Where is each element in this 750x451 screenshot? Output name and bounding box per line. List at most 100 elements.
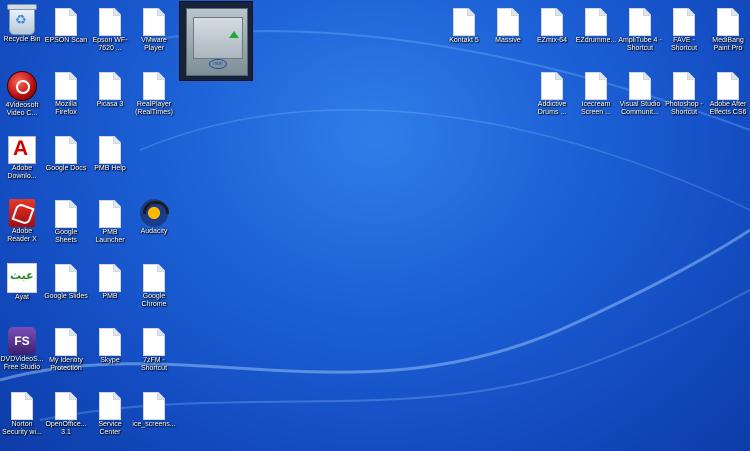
icon-label: EPSON Scan bbox=[44, 37, 88, 44]
desktop-icon-pmb[interactable]: PMB bbox=[88, 261, 132, 301]
desktop-icon-google-docs[interactable]: Google Docs bbox=[44, 133, 88, 173]
desktop-icon-4videosoft[interactable]: 4Videosoft Video C... bbox=[0, 69, 44, 118]
document-icon bbox=[99, 136, 121, 164]
desktop-icon-google-chrome[interactable]: Google Chrome bbox=[132, 261, 176, 309]
icon-label: FAVE - Shortcut bbox=[670, 37, 698, 52]
desktop-icon-fave[interactable]: FAVE - Shortcut bbox=[662, 5, 706, 53]
desktop-icon-my-identity-protection[interactable]: My Identity Protection bbox=[44, 325, 88, 373]
document-icon bbox=[99, 72, 121, 100]
document-icon bbox=[99, 392, 121, 420]
desktop-icon-addictive-drums[interactable]: Addictive Drums ... bbox=[530, 69, 574, 117]
icon-label: 7zFM - Shortcut bbox=[140, 357, 168, 372]
icon-label: EZdrumme... bbox=[575, 37, 617, 44]
desktop-icon-epson-wf7620[interactable]: Epson WF-7620 ... bbox=[88, 5, 132, 53]
document-icon bbox=[55, 136, 77, 164]
desktop-icon-dvdvideosoft[interactable]: FS DVDVideoS... Free Studio bbox=[0, 325, 44, 372]
icon-label: Photoshop - Shortcut bbox=[665, 101, 703, 116]
desktop-icon-ice-screenshot[interactable]: ice_screens... bbox=[132, 389, 176, 429]
desktop-icon-vmware-player[interactable]: VMware Player bbox=[132, 5, 176, 53]
desktop-icon-recycle-bin[interactable]: Recycle Bin bbox=[0, 4, 44, 44]
adobe-icon: A bbox=[8, 136, 36, 164]
icon-label: Adobe Reader X bbox=[7, 228, 37, 243]
desktop-icon-google-sheets[interactable]: Google Sheets bbox=[44, 197, 88, 245]
icon-label: MediBang Paint Pro bbox=[712, 37, 744, 52]
desktop-icon-openoffice[interactable]: OpenOffice... 3.1 bbox=[44, 389, 88, 437]
document-icon bbox=[55, 72, 77, 100]
icon-label: PMB Help bbox=[94, 165, 126, 172]
icon-label: Recycle Bin bbox=[3, 36, 41, 43]
intel-logo-icon: intel bbox=[209, 59, 227, 69]
icon-label: Addictive Drums ... bbox=[537, 101, 567, 116]
free-studio-icon: FS bbox=[8, 327, 36, 355]
cpu-indicator-icon bbox=[229, 31, 239, 38]
desktop-icon-google-slides[interactable]: Google Slides bbox=[44, 261, 88, 301]
desktop-icon-audacity[interactable]: Audacity bbox=[132, 197, 176, 236]
desktop-background: Recycle Bin EPSON Scan Epson WF-7620 ...… bbox=[0, 0, 750, 451]
icon-label: Ayat bbox=[15, 294, 29, 301]
document-icon bbox=[541, 8, 563, 36]
document-icon bbox=[143, 72, 165, 100]
desktop-icon-skype[interactable]: Skype bbox=[88, 325, 132, 365]
icon-label: Kontakt 5 bbox=[449, 37, 479, 44]
desktop-icon-after-effects[interactable]: Adobe After Effects CS6 bbox=[706, 69, 750, 117]
desktop-icon-pmb-launcher[interactable]: PMB Launcher bbox=[88, 197, 132, 245]
icon-label: Adobe After Effects CS6 bbox=[709, 101, 747, 116]
icon-label: DVDVideoS... Free Studio bbox=[0, 356, 44, 371]
document-icon bbox=[673, 72, 695, 100]
icon-label: Google Chrome bbox=[141, 293, 167, 308]
icon-label: 4Videosoft Video C... bbox=[5, 102, 39, 117]
document-icon bbox=[143, 392, 165, 420]
icon-label: Google Docs bbox=[45, 165, 87, 172]
desktop-icon-pmb-help[interactable]: PMB Help bbox=[88, 133, 132, 173]
desktop-icon-realplayer[interactable]: RealPlayer (RealTimes) bbox=[132, 69, 176, 117]
desktop-icon-norton-security[interactable]: Norton Security wi... bbox=[0, 389, 44, 437]
desktop-icon-photoshop[interactable]: Photoshop - Shortcut bbox=[662, 69, 706, 117]
desktop-icon-massive[interactable]: Massive bbox=[486, 5, 530, 45]
icon-label: Audacity bbox=[140, 228, 168, 235]
document-icon bbox=[55, 8, 77, 36]
document-icon bbox=[99, 264, 121, 292]
document-icon bbox=[673, 8, 695, 36]
icon-label: My Identity Protection bbox=[49, 357, 83, 372]
icon-label: Visual Studio Communit... bbox=[619, 101, 661, 116]
desktop-icon-visual-studio[interactable]: Visual Studio Communit... bbox=[618, 69, 662, 117]
icon-label: PMB Launcher bbox=[95, 229, 125, 244]
cpu-meter-gadget-icon[interactable]: intel bbox=[179, 1, 253, 81]
desktop-icon-mozilla-firefox[interactable]: Mozilla Firefox bbox=[44, 69, 88, 117]
cpu-die: intel bbox=[186, 8, 248, 76]
desktop-icon-ezdrummer[interactable]: EZdrumme... bbox=[574, 5, 618, 45]
desktop-icon-epson-scan[interactable]: EPSON Scan bbox=[44, 5, 88, 45]
document-icon bbox=[497, 8, 519, 36]
document-icon bbox=[99, 8, 121, 36]
desktop-icon-7zfm[interactable]: 7zFM - Shortcut bbox=[132, 325, 176, 373]
desktop-icon-icecream-screen[interactable]: Icecream Screen ... bbox=[574, 69, 618, 117]
icon-label: Service Center bbox=[98, 421, 122, 436]
icon-label: Adobe Downlo... bbox=[7, 165, 37, 180]
document-icon bbox=[55, 200, 77, 228]
document-icon bbox=[55, 264, 77, 292]
desktop-icon-kontakt5[interactable]: Kontakt 5 bbox=[442, 5, 486, 45]
document-icon bbox=[717, 8, 739, 36]
desktop-icon-ayat[interactable]: Ayat bbox=[0, 261, 44, 302]
icon-label: Mozilla Firefox bbox=[55, 101, 77, 116]
desktop-icon-medibang[interactable]: MediBang Paint Pro bbox=[706, 5, 750, 53]
red-circle-icon bbox=[7, 71, 37, 101]
icon-label: Massive bbox=[495, 37, 521, 44]
ayat-icon bbox=[7, 263, 37, 293]
desktop-icon-adobe-reader[interactable]: Adobe Reader X bbox=[0, 197, 44, 244]
icon-label: RealPlayer (RealTimes) bbox=[135, 101, 173, 116]
desktop-icon-adobe-download[interactable]: A Adobe Downlo... bbox=[0, 133, 44, 181]
desktop-icon-service-center[interactable]: Service Center bbox=[88, 389, 132, 437]
desktop-icon-picasa[interactable]: Picasa 3 bbox=[88, 69, 132, 109]
audacity-icon bbox=[140, 199, 169, 227]
document-icon bbox=[585, 72, 607, 100]
desktop-icon-ezmix[interactable]: EZmix-64 bbox=[530, 5, 574, 45]
recycle-bin-icon bbox=[7, 4, 37, 35]
document-icon bbox=[143, 264, 165, 292]
icon-label: PMB bbox=[102, 293, 118, 300]
document-icon bbox=[629, 8, 651, 36]
desktop-icon-amplitube[interactable]: AmpliTube 4 - Shortcut bbox=[618, 5, 662, 53]
document-icon bbox=[453, 8, 475, 36]
document-icon bbox=[143, 8, 165, 36]
document-icon bbox=[143, 328, 165, 356]
